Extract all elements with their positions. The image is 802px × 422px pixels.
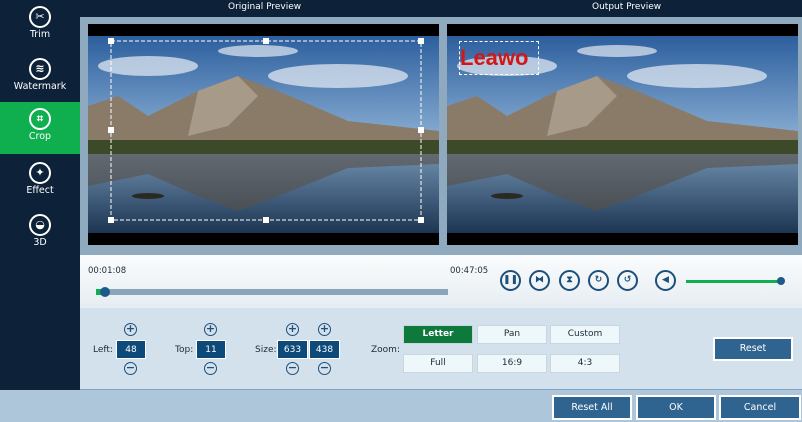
flip-vertical-icon[interactable]: ⧗ <box>559 270 580 291</box>
crop-settings: Left: + 48 − Top: + 11 − Size: + 633 − +… <box>80 308 802 390</box>
total-time: 00:47:05 <box>450 266 489 276</box>
top-input[interactable]: 11 <box>196 340 226 359</box>
crop-icon: ⌗ <box>29 108 51 130</box>
sidebar-item-label: Crop <box>28 131 52 142</box>
sidebar-item-effect[interactable]: ✦ Effect <box>0 156 80 208</box>
cancel-button[interactable]: Cancel <box>719 395 801 420</box>
width-decrease-icon[interactable]: − <box>286 362 299 375</box>
output-preview[interactable]: Leawo <box>447 24 798 245</box>
sidebar-item-label: Trim <box>29 29 51 40</box>
current-time: 00:01:08 <box>88 266 127 276</box>
watermark-box[interactable]: Leawo <box>459 41 539 75</box>
preview-area: Leawo <box>80 17 802 255</box>
volume-slider[interactable] <box>686 277 785 285</box>
left-label: Left: <box>93 345 113 355</box>
volume-icon[interactable]: ◀ <box>655 270 676 291</box>
sidebar-item-crop[interactable]: ⌗ Crop <box>0 102 80 154</box>
zoom-full-button[interactable]: Full <box>403 354 473 373</box>
size-label: Size: <box>255 345 277 355</box>
original-preview-title: Original Preview <box>228 2 302 12</box>
original-preview[interactable] <box>88 24 439 245</box>
watermark-text: Leawo <box>460 45 529 70</box>
footer-bar: Reset All OK Cancel <box>0 390 802 422</box>
flip-horizontal-icon[interactable]: ⧓ <box>529 270 550 291</box>
zoom-16-9-button[interactable]: 16:9 <box>477 354 547 373</box>
height-input[interactable]: 438 <box>309 340 340 359</box>
scissors-icon: ✂ <box>29 6 51 28</box>
reset-all-button[interactable]: Reset All <box>552 395 632 420</box>
watermark-icon: ≋ <box>29 58 51 80</box>
height-increase-icon[interactable]: + <box>318 323 331 336</box>
seek-bar[interactable] <box>96 287 448 297</box>
zoom-letter-button[interactable]: Letter <box>403 325 473 344</box>
sidebar-item-3d[interactable]: ◒ 3D <box>0 208 80 260</box>
zoom-4-3-button[interactable]: 4:3 <box>550 354 620 373</box>
rotate-clockwise-icon[interactable]: ↻ <box>588 270 609 291</box>
width-input[interactable]: 633 <box>277 340 308 359</box>
sidebar-item-label: 3D <box>33 237 47 248</box>
height-decrease-icon[interactable]: − <box>318 362 331 375</box>
pause-icon[interactable]: ❚❚ <box>500 270 521 291</box>
top-increase-icon[interactable]: + <box>204 323 217 336</box>
preview-header: Original Preview Output Preview <box>80 0 802 17</box>
zoom-label: Zoom: <box>371 345 400 355</box>
sidebar: ✂ Trim ≋ Watermark ⌗ Crop ✦ Effect ◒ 3D <box>0 0 80 390</box>
left-increase-icon[interactable]: + <box>124 323 137 336</box>
seek-handle[interactable] <box>100 287 110 297</box>
volume-handle[interactable] <box>777 277 785 285</box>
player-controls: 00:01:08 00:47:05 ❚❚ ⧓ ⧗ ↻ ↺ ◀ <box>80 255 802 308</box>
crop-rectangle[interactable] <box>88 24 439 245</box>
rotate-counterclockwise-icon[interactable]: ↺ <box>617 270 638 291</box>
top-decrease-icon[interactable]: − <box>204 362 217 375</box>
zoom-custom-button[interactable]: Custom <box>550 325 620 344</box>
effect-icon: ✦ <box>29 162 51 184</box>
sidebar-item-label: Effect <box>26 185 54 196</box>
left-decrease-icon[interactable]: − <box>124 362 137 375</box>
sidebar-item-watermark[interactable]: ≋ Watermark <box>0 52 80 104</box>
left-input[interactable]: 48 <box>116 340 146 359</box>
width-increase-icon[interactable]: + <box>286 323 299 336</box>
sidebar-item-trim[interactable]: ✂ Trim <box>0 0 80 52</box>
3d-glasses-icon: ◒ <box>29 214 51 236</box>
ok-button[interactable]: OK <box>636 395 716 420</box>
output-preview-title: Output Preview <box>592 2 662 12</box>
sidebar-item-label: Watermark <box>13 81 67 92</box>
top-label: Top: <box>175 345 194 355</box>
reset-button[interactable]: Reset <box>713 337 793 361</box>
zoom-pan-button[interactable]: Pan <box>477 325 547 344</box>
